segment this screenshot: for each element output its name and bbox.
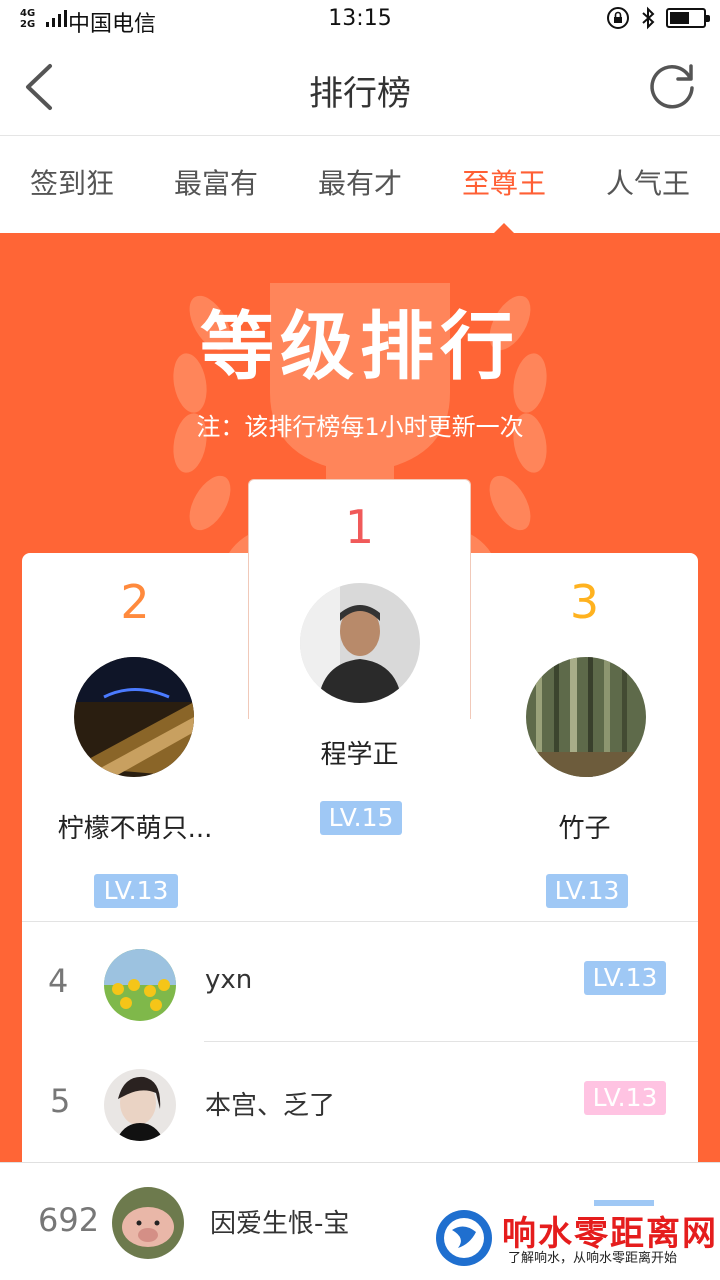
update-note: 注：该排行榜每1小时更新一次 (196, 413, 524, 441)
bluetooth-icon (642, 6, 655, 30)
rank-1-avatar[interactable] (300, 583, 420, 703)
refresh-icon[interactable] (646, 60, 698, 112)
watermark-subtitle: 了解响水，从响水零距离开始 (508, 1251, 678, 1266)
nav-bar: 排行榜 (0, 38, 720, 136)
list-item-avatar (104, 1069, 176, 1141)
rank-3-name: 竹子 (558, 814, 611, 844)
list-item-level: LV.13 (584, 961, 666, 995)
list-item-rank: 5 (50, 1082, 71, 1120)
tab-popular[interactable]: 人气王 (576, 137, 720, 233)
tab-talented[interactable]: 最有才 (288, 137, 432, 233)
tab-supreme[interactable]: 至尊王 (432, 137, 576, 234)
list-item-avatar (104, 949, 176, 1021)
rank-2-name: 柠檬不萌只... (57, 814, 213, 844)
rotation-lock-icon (607, 7, 629, 29)
row-divider (204, 1041, 698, 1042)
page-title: 排行榜 (309, 74, 411, 114)
list-item-name: 本宫、乏了 (205, 1091, 336, 1121)
rank-2-avatar[interactable] (74, 657, 194, 777)
tab-checkin[interactable]: 签到狂 (0, 137, 144, 233)
rank-3-avatar[interactable] (526, 657, 646, 777)
battery-icon (666, 8, 710, 28)
rank-2-level: LV.13 (94, 874, 178, 908)
ranking-tabs: 签到狂 最富有 最有才 至尊王 人气王 (0, 137, 720, 234)
rank-1-number: 1 (344, 500, 375, 554)
rank-1-level: LV.15 (320, 801, 402, 835)
rank-3-level: LV.13 (546, 874, 628, 908)
list-item-rank: 4 (48, 962, 69, 1000)
list-item-name: yxn (205, 965, 253, 995)
list-item-level: LV.13 (584, 1081, 666, 1115)
my-name: 因爱生恨-宝 (210, 1209, 350, 1239)
rank-3-number: 3 (569, 575, 600, 629)
hero-title: 等级排行 (200, 304, 520, 390)
my-avatar[interactable] (112, 1187, 184, 1259)
my-rank-number: 692 (38, 1201, 100, 1239)
status-bar: 4G 2G 中国电信 13:15 (0, 0, 720, 38)
tab-richest[interactable]: 最富有 (144, 137, 288, 233)
rank-1-name: 程学正 (320, 740, 399, 770)
rank-2-number: 2 (120, 575, 150, 629)
podium-divider (22, 921, 698, 922)
